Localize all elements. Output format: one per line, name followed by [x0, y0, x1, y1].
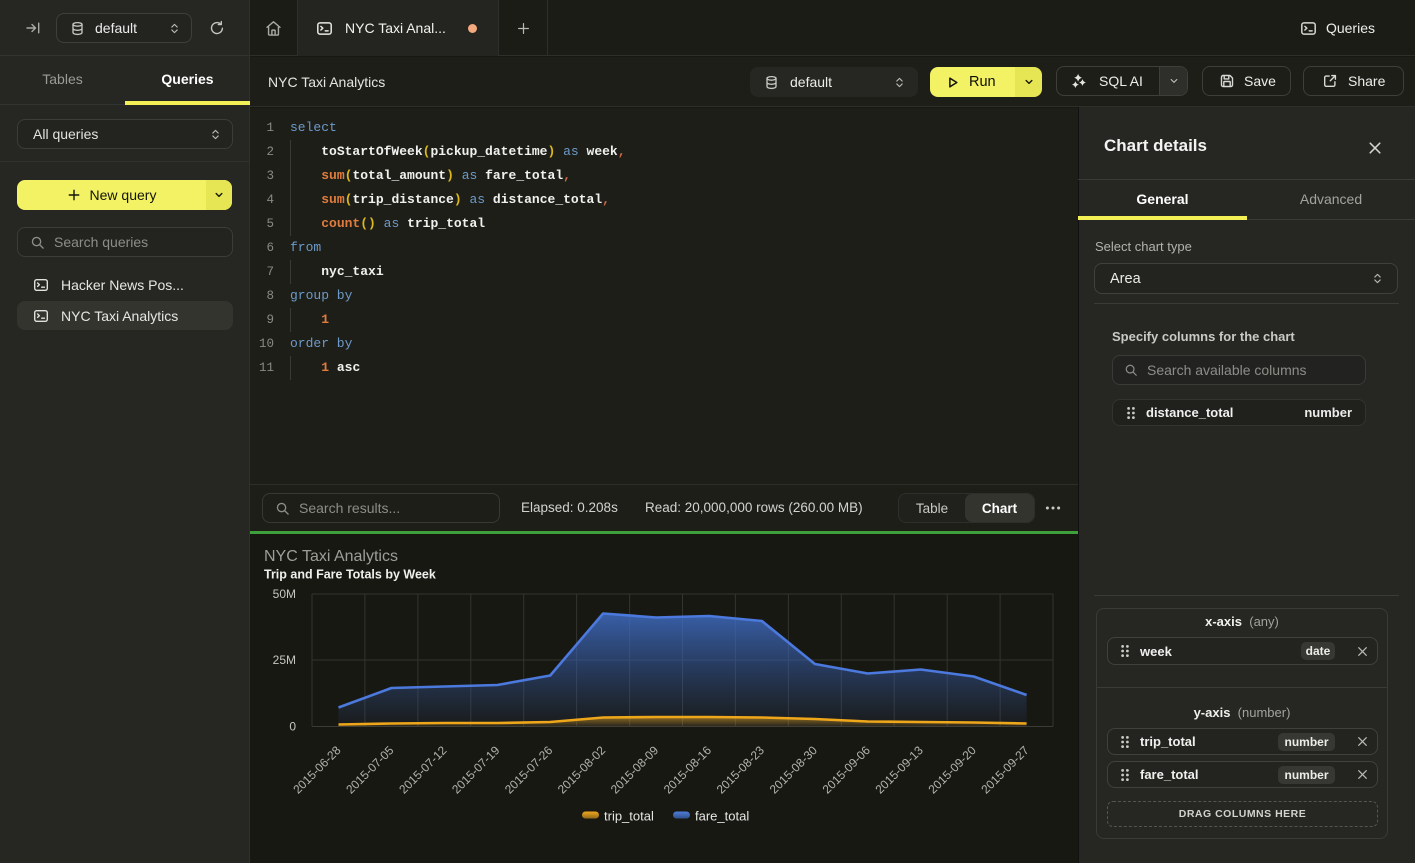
svg-text:2015-09-13: 2015-09-13	[873, 743, 927, 797]
svg-text:2015-08-30: 2015-08-30	[767, 743, 821, 797]
svg-text:2015-06-28: 2015-06-28	[290, 743, 344, 797]
svg-text:2015-09-06: 2015-09-06	[820, 743, 874, 797]
svg-text:2015-07-26: 2015-07-26	[502, 743, 556, 797]
svg-text:2015-07-12: 2015-07-12	[396, 743, 450, 797]
svg-text:Trip and Fare Totals by Week: Trip and Fare Totals by Week	[264, 568, 436, 582]
svg-text:NYC Taxi Analytics: NYC Taxi Analytics	[264, 548, 398, 565]
svg-text:0: 0	[289, 720, 296, 734]
svg-text:2015-08-23: 2015-08-23	[714, 743, 768, 797]
svg-text:25M: 25M	[273, 653, 296, 667]
svg-text:2015-07-05: 2015-07-05	[343, 743, 397, 797]
svg-text:50M: 50M	[273, 587, 296, 601]
svg-text:trip_total: trip_total	[604, 809, 654, 824]
svg-text:2015-09-27: 2015-09-27	[978, 743, 1032, 797]
svg-text:2015-09-20: 2015-09-20	[926, 743, 980, 797]
svg-text:2015-08-09: 2015-08-09	[608, 743, 662, 797]
svg-text:2015-07-19: 2015-07-19	[449, 743, 503, 797]
svg-text:2015-08-16: 2015-08-16	[661, 743, 715, 797]
svg-text:2015-08-02: 2015-08-02	[555, 743, 609, 797]
svg-text:fare_total: fare_total	[695, 809, 749, 824]
